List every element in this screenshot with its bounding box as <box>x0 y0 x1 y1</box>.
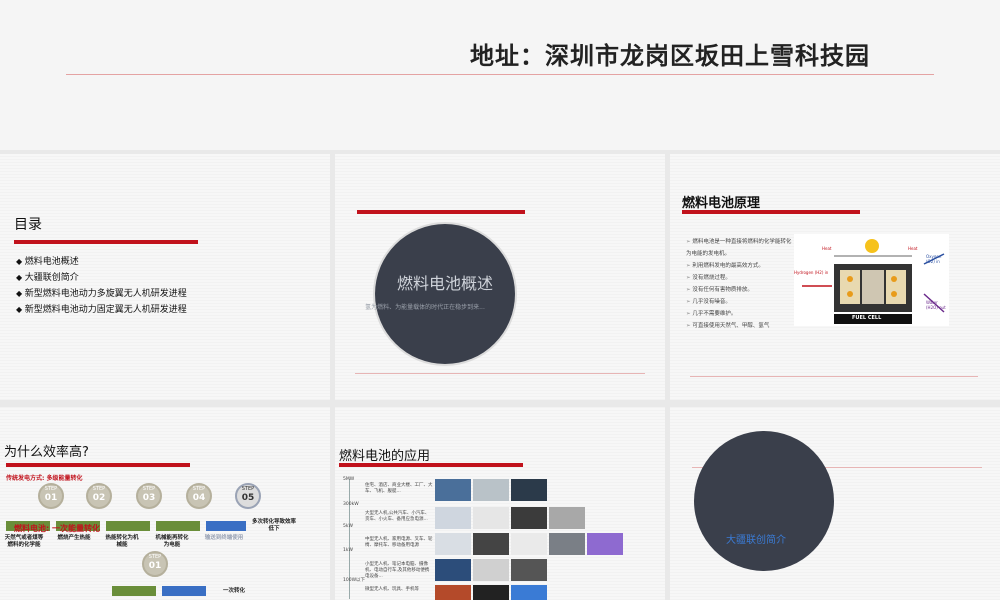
toc-item: 燃料电池概述 <box>16 254 187 270</box>
flow-arrow <box>112 586 156 596</box>
toy-image <box>435 585 471 600</box>
footer-line <box>690 376 978 377</box>
slide-thumbnail-principle[interactable]: 燃料电池原理 燃料电池是一种直接将燃料的化学能转化为电能的发电机。 利用燃料发电… <box>670 154 1000 400</box>
bullet-item: 没有任何有害物质排放。 <box>686 284 796 296</box>
step-label: 热能转化为机械能 <box>105 535 139 548</box>
application-row-text: 微型无人机、玩具、手机等 <box>365 587 419 592</box>
toc-item: 新型燃料电池动力多旋翼无人机研发进程 <box>16 286 187 302</box>
heat-label-left: Heat <box>822 246 832 251</box>
section-circle <box>694 431 834 571</box>
subtitle: 传统发电方式: 多级能量转化 <box>6 475 83 482</box>
bus-image <box>473 479 509 501</box>
slide-thumbnail-overview[interactable]: 燃料电池概述 氢为燃料、为能量载体的时代正在稳步到来... <box>335 154 665 400</box>
flow-arrow <box>106 521 150 531</box>
slide-thumbnail-toc[interactable]: 目录 燃料电池概述 大疆联创简介 新型燃料电池动力多旋翼无人机研发进程 新型燃料… <box>0 154 330 400</box>
bullet-item: 没有燃烧过程。 <box>686 272 796 284</box>
scale-label: 5MW <box>343 477 355 482</box>
bullet-item: 可直接使用天然气、甲醇、氢气 <box>686 320 796 332</box>
step-badge: STEP 05 <box>235 483 261 509</box>
title-underline <box>339 463 523 467</box>
title-underline <box>6 463 190 467</box>
slide-thumbnail-applications[interactable]: 燃料电池的应用 5MW 300kW 5kW 1kW 100W以下 住宅、酒店、商… <box>335 407 665 600</box>
motorcycle-image <box>473 533 509 555</box>
scale-label: 1kW <box>343 548 353 553</box>
flow-arrow <box>156 521 200 531</box>
drone-image <box>435 559 471 581</box>
slide-thumbnail-efficiency[interactable]: 为什么效率高? 传统发电方式: 多级能量转化 STEP 01 STEP 02 STE… <box>0 407 330 600</box>
hydrogen-label: Hydrogen (H2) in <box>794 270 829 275</box>
section-title: 燃料电池概述 <box>396 274 493 293</box>
heat-label-right: Heat <box>908 246 918 251</box>
section-title: 大疆联创简介 <box>726 535 786 546</box>
device-image <box>511 585 547 600</box>
scale-label: 300kW <box>343 502 359 507</box>
footer-line <box>355 373 645 374</box>
slide-title: 目录 <box>14 217 42 233</box>
scale-label: 100W以下 <box>343 578 366 583</box>
submarine-image <box>511 479 547 501</box>
section-subtitle: 氢为燃料、为能量载体的时代正在稳步到来... <box>365 304 485 311</box>
slide-thumbnail-company[interactable]: 大疆联创简介 <box>670 407 1000 600</box>
step-badge: STEP 01 <box>38 483 64 509</box>
title-underline <box>357 210 525 214</box>
slide-title: 燃料电池原理 <box>682 196 761 211</box>
generator-image <box>549 507 585 529</box>
step-label: 机械能再转化为电能 <box>155 535 189 548</box>
bullet-item: 利用燃料发电的最高效方式。 <box>686 260 796 272</box>
oxygen-label: Oxygen (O2) in <box>926 254 942 264</box>
section-circle <box>375 224 515 364</box>
step-label: 输送到终端使用 <box>204 535 244 541</box>
application-row-text: 住宅、酒店、商业大楼、工厂、大车、飞机、舰艇... <box>365 483 433 494</box>
forklift-image <box>511 533 547 555</box>
header-area: 地址：深圳市龙岗区坂田上雪科技园 <box>0 0 1000 150</box>
toc-item: 大疆联创简介 <box>16 270 187 286</box>
ship-image <box>435 479 471 501</box>
step-label: 一次转化 <box>222 588 245 594</box>
drone-image <box>435 507 471 529</box>
step-badge: STEP 04 <box>186 483 212 509</box>
slide-title: 为什么效率高? <box>4 445 89 460</box>
slide-title: 燃料电池的应用 <box>339 449 431 464</box>
step-badge: STEP 03 <box>136 483 162 509</box>
fuel-cell-label: FUEL CELL <box>852 315 882 321</box>
flow-arrow <box>206 521 246 531</box>
step-badge: STEP 01 <box>142 551 168 577</box>
water-label: Water (H2O) out <box>926 300 946 310</box>
flow-arrow <box>162 586 206 596</box>
phone-image <box>473 585 509 600</box>
application-row-text: 小型无人机、笔记本电脑、摄像机、电动自行车,及其他移动便携电设备... <box>365 562 430 579</box>
step-label: 多次转化导致效率低下 <box>251 519 296 532</box>
scooter-image <box>587 533 623 555</box>
camera-image <box>511 559 547 581</box>
toc-item: 新型燃料电池动力固定翼无人机研发进程 <box>16 302 187 318</box>
laptop-image <box>473 559 509 581</box>
title-underline <box>14 240 198 244</box>
page-title: 地址：深圳市龙岗区坂田上雪科技园 <box>470 42 870 70</box>
header-divider <box>66 74 934 75</box>
step-badge: STEP 02 <box>86 483 112 509</box>
car-image <box>511 507 547 529</box>
overlay-text: 燃料电池: 一次能量转化 <box>14 524 100 533</box>
wheelchair-image <box>549 533 585 555</box>
bullet-list: 燃料电池是一种直接将燃料的化学能转化为电能的发电机。 利用燃料发电的最高效方式。… <box>686 236 796 332</box>
toc-list: 燃料电池概述 大疆联创简介 新型燃料电池动力多旋翼无人机研发进程 新型燃料电池动… <box>16 254 187 318</box>
drone-image <box>435 533 471 555</box>
application-row-text: 中型无人机、家用电源、叉车、轮椅、摩托车、移动备用电源 <box>365 537 433 548</box>
bus-image <box>473 507 509 529</box>
lightbulb-icon <box>865 239 879 253</box>
fuel-cell-diagram: FUEL CELL Hydrogen (H2) in Oxygen (O2) i… <box>794 234 949 326</box>
bullet-item: 几乎不需要维护。 <box>686 308 796 320</box>
application-row-text: 大型无人机,公共汽车、小汽车、货车、小火车、备用应急电源... <box>365 511 430 522</box>
scale-label: 5kW <box>343 524 353 529</box>
bullet-item: 燃料电池是一种直接将燃料的化学能转化为电能的发电机。 <box>686 236 796 260</box>
step-label: 燃烧产生热能 <box>57 535 91 541</box>
bullet-item: 几乎没有噪音。 <box>686 296 796 308</box>
title-underline <box>682 210 860 214</box>
step-label: 天然气或者煤等燃料的化学能 <box>4 535 44 548</box>
